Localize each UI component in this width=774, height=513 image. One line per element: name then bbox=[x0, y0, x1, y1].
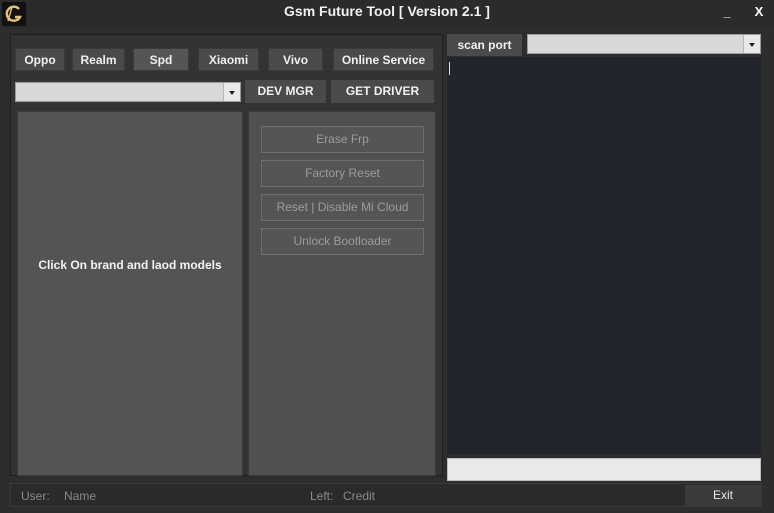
brand-button-vivo[interactable]: Vivo bbox=[268, 48, 323, 71]
brand-button-spd[interactable]: Spd bbox=[133, 48, 189, 71]
title-bar: Gsm Future Tool [ Version 2.1 ] _ X bbox=[0, 0, 774, 28]
credit-label: Left: bbox=[310, 489, 334, 503]
chevron-down-icon bbox=[743, 35, 760, 53]
user-label: User: bbox=[21, 489, 50, 503]
main-area: Oppo Realm Spd Xiaomi Vivo Online Servic… bbox=[0, 28, 774, 513]
log-textarea[interactable] bbox=[447, 57, 761, 454]
progress-bar bbox=[447, 458, 761, 481]
chevron-down-icon bbox=[223, 83, 240, 101]
brand-button-oppo[interactable]: Oppo bbox=[15, 48, 65, 71]
right-panel: scan port bbox=[446, 34, 762, 481]
erase-frp-button[interactable]: Erase Frp bbox=[261, 126, 424, 153]
models-hint: Click On brand and laod models bbox=[38, 258, 222, 272]
window-title: Gsm Future Tool [ Version 2.1 ] bbox=[284, 3, 490, 19]
model-select[interactable] bbox=[15, 82, 241, 102]
status-bar: User: Name Left: Credit Exit bbox=[10, 483, 762, 507]
dev-mgr-button[interactable]: DEV MGR bbox=[245, 80, 326, 103]
scan-port-button[interactable]: scan port bbox=[447, 34, 522, 56]
exit-button[interactable]: Exit bbox=[685, 485, 761, 506]
brand-button-realm[interactable]: Realm bbox=[72, 48, 125, 71]
left-panel: Oppo Realm Spd Xiaomi Vivo Online Servic… bbox=[10, 34, 443, 476]
text-caret bbox=[449, 62, 450, 75]
factory-reset-button[interactable]: Factory Reset bbox=[261, 160, 424, 187]
port-select[interactable] bbox=[527, 34, 761, 54]
models-panel: Click On brand and laod models bbox=[17, 111, 243, 476]
credit-value: Credit bbox=[343, 489, 376, 503]
operations-panel: Erase Frp Factory Reset Reset | Disable … bbox=[248, 111, 436, 476]
close-button[interactable]: X bbox=[748, 2, 770, 24]
brand-button-online-service[interactable]: Online Service bbox=[333, 48, 434, 71]
disable-mi-cloud-button[interactable]: Reset | Disable Mi Cloud bbox=[261, 194, 424, 221]
get-driver-button[interactable]: GET DRIVER bbox=[331, 80, 434, 103]
user-value: Name bbox=[64, 489, 97, 503]
minimize-button[interactable]: _ bbox=[716, 2, 738, 24]
unlock-bootloader-button[interactable]: Unlock Bootloader bbox=[261, 228, 424, 255]
brand-button-xiaomi[interactable]: Xiaomi bbox=[198, 48, 259, 71]
